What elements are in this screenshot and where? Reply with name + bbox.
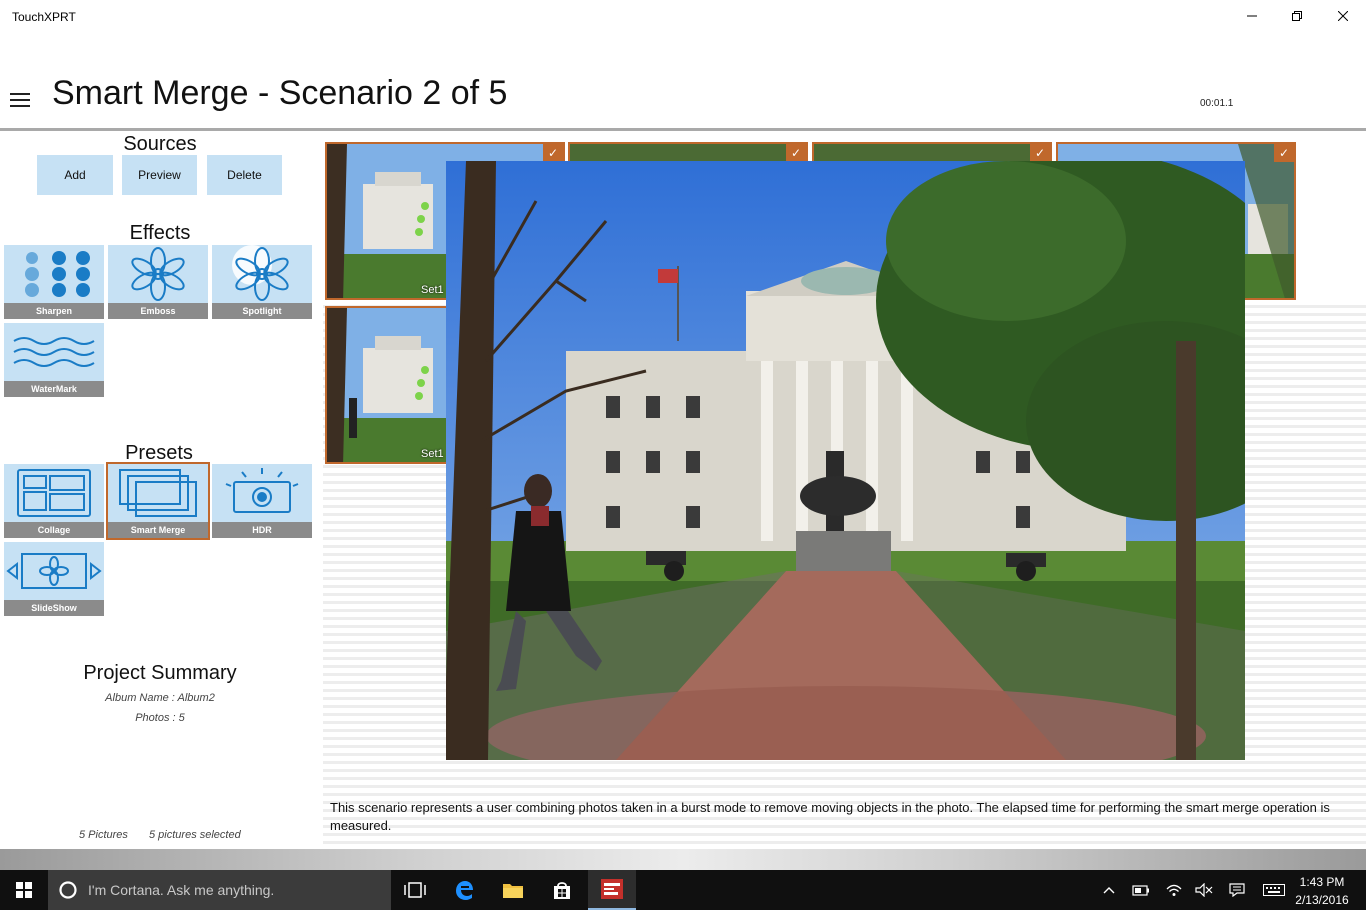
smart-merge-icon bbox=[119, 469, 197, 517]
tile-label: Collage bbox=[4, 522, 104, 538]
edge-browser-button[interactable] bbox=[440, 870, 488, 910]
effect-tile-emboss[interactable]: Emboss bbox=[108, 245, 208, 319]
close-icon bbox=[1338, 11, 1348, 21]
touch-keyboard-button[interactable] bbox=[1258, 870, 1290, 910]
task-view-icon bbox=[404, 882, 426, 898]
checked-icon: ✓ bbox=[1274, 144, 1294, 162]
merged-photo-preview bbox=[446, 161, 1245, 760]
add-button[interactable]: Add bbox=[37, 155, 113, 195]
clock-time[interactable]: 1:43 PM bbox=[1292, 875, 1352, 889]
preset-tile-slideshow[interactable]: SlideShow bbox=[4, 542, 104, 616]
sources-heading: Sources bbox=[123, 133, 197, 155]
watermark-waves-icon bbox=[13, 337, 95, 367]
action-center-button[interactable] bbox=[1222, 870, 1252, 910]
tile-label: Sharpen bbox=[4, 303, 104, 319]
touchxprt-taskbar-button[interactable] bbox=[588, 870, 636, 910]
folder-icon bbox=[503, 884, 523, 898]
minimize-button[interactable] bbox=[1229, 0, 1275, 32]
checked-icon: ✓ bbox=[786, 144, 806, 162]
volume-button[interactable] bbox=[1189, 870, 1219, 910]
tile-label: HDR bbox=[212, 522, 312, 538]
tile-label: SlideShow bbox=[4, 600, 104, 616]
effects-heading: Effects bbox=[129, 222, 191, 244]
thumbnail-label: Set1 bbox=[421, 284, 444, 296]
file-explorer-button[interactable] bbox=[489, 870, 537, 910]
capitol-building-photo bbox=[446, 161, 1245, 760]
preset-tile-hdr[interactable]: HDR bbox=[212, 464, 312, 538]
tile-label: Smart Merge bbox=[108, 522, 208, 538]
store-button[interactable] bbox=[538, 870, 586, 910]
emboss-flower-icon bbox=[131, 247, 185, 301]
cortana-search-box[interactable]: I'm Cortana. Ask me anything. bbox=[48, 870, 391, 910]
volume-muted-icon bbox=[1195, 883, 1213, 897]
pictures-count: 5 Pictures bbox=[79, 829, 128, 841]
checked-icon: ✓ bbox=[543, 144, 563, 162]
preset-tile-collage[interactable]: Collage bbox=[4, 464, 104, 538]
cortana-placeholder: I'm Cortana. Ask me anything. bbox=[88, 882, 275, 898]
show-hidden-icons-button[interactable] bbox=[1094, 870, 1124, 910]
task-view-button[interactable] bbox=[391, 870, 439, 910]
tile-label: WaterMark bbox=[4, 381, 104, 397]
title-bar: TouchXPRT bbox=[0, 0, 1366, 32]
tile-label: Spotlight bbox=[212, 303, 312, 319]
cortana-circle-icon bbox=[59, 881, 77, 899]
thumbnail-label: Set1 bbox=[421, 448, 444, 460]
photos-count-text: Photos : 5 bbox=[135, 712, 185, 724]
hamburger-menu-icon[interactable] bbox=[10, 93, 30, 107]
preset-tile-smart-merge[interactable]: Smart Merge bbox=[106, 462, 210, 540]
project-summary-title: Project Summary bbox=[83, 662, 237, 684]
preview-button[interactable]: Preview bbox=[122, 155, 197, 195]
page-title: Smart Merge - Scenario 2 of 5 bbox=[52, 74, 508, 112]
network-button[interactable] bbox=[1159, 870, 1189, 910]
chevron-up-icon bbox=[1103, 887, 1115, 894]
tile-label: Emboss bbox=[108, 303, 208, 319]
scenario-description: This scenario represents a user combinin… bbox=[330, 800, 1330, 833]
close-button[interactable] bbox=[1320, 0, 1366, 32]
edge-icon bbox=[456, 881, 473, 900]
start-button[interactable] bbox=[0, 870, 48, 910]
touchxprt-app-icon bbox=[601, 879, 623, 899]
windows-logo-icon bbox=[16, 882, 32, 898]
store-bag-icon bbox=[554, 882, 570, 899]
header-divider bbox=[0, 128, 1366, 131]
app-title: TouchXPRT bbox=[12, 10, 76, 24]
restore-icon bbox=[1292, 11, 1302, 21]
album-name-text: Album Name : Album2 bbox=[105, 692, 215, 704]
touchxprt-window: TouchXPRT Smart Merge - Scenario 2 of 5 … bbox=[0, 0, 1366, 910]
checked-icon: ✓ bbox=[1030, 144, 1050, 162]
collage-icon bbox=[17, 469, 91, 517]
elapsed-timer: 00:01.1 bbox=[1200, 98, 1234, 109]
battery-button[interactable] bbox=[1126, 870, 1156, 910]
effect-tile-watermark[interactable]: WaterMark bbox=[4, 323, 104, 397]
delete-button[interactable]: Delete bbox=[207, 155, 282, 195]
effect-tile-sharpen[interactable]: Sharpen bbox=[4, 245, 104, 319]
minimize-icon bbox=[1247, 15, 1257, 17]
effect-tile-spotlight[interactable]: Spotlight bbox=[212, 245, 312, 319]
notification-icon bbox=[1229, 883, 1245, 897]
slideshow-icon bbox=[6, 553, 102, 589]
windows-taskbar: I'm Cortana. Ask me anything. bbox=[0, 870, 1366, 910]
spotlight-flower-icon bbox=[232, 245, 289, 301]
bottom-band bbox=[0, 849, 1366, 870]
pictures-selected-count: 5 pictures selected bbox=[149, 829, 241, 841]
restore-button[interactable] bbox=[1274, 0, 1320, 32]
clock-date[interactable]: 2/13/2016 bbox=[1292, 893, 1352, 907]
battery-plug-icon bbox=[1132, 885, 1149, 896]
keyboard-icon bbox=[1263, 884, 1285, 896]
hdr-camera-icon bbox=[225, 468, 299, 513]
sharpen-icon bbox=[25, 251, 90, 297]
wifi-icon bbox=[1166, 884, 1182, 896]
presets-heading: Presets bbox=[125, 442, 193, 464]
